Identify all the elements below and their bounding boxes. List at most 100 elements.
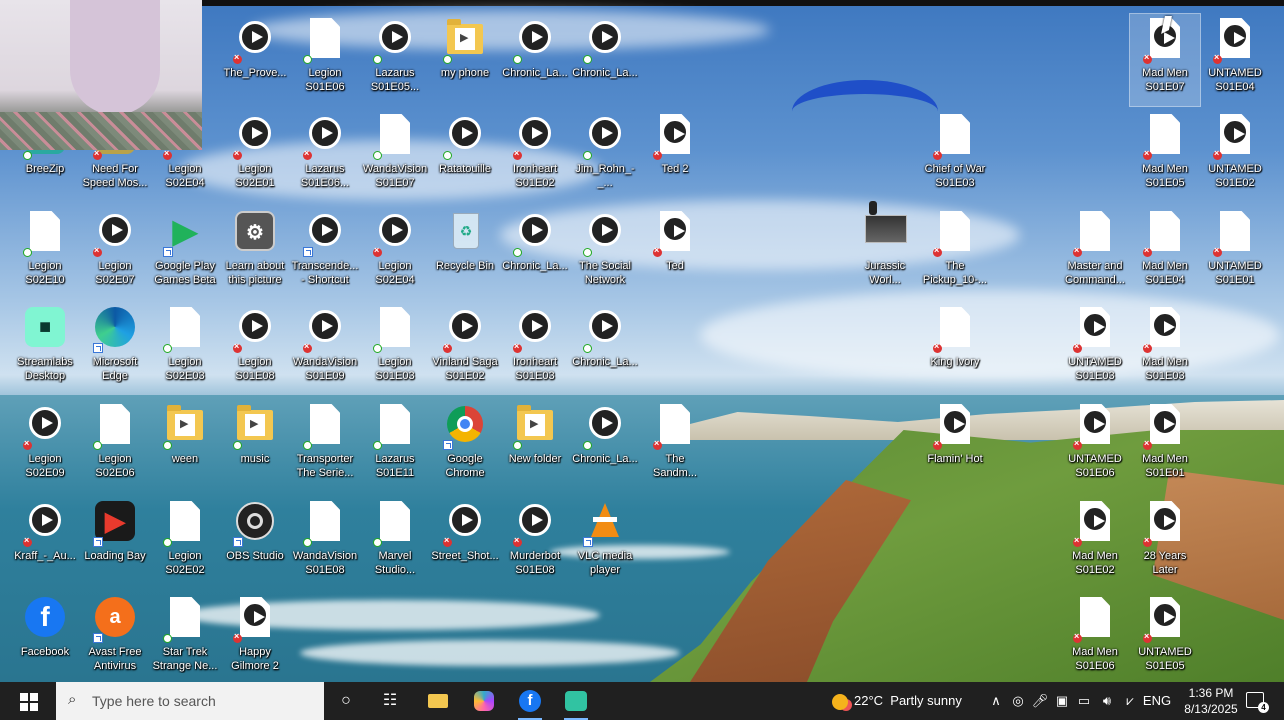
desktop-icon[interactable]: 28 Years Later [1130,497,1200,589]
desktop-icon[interactable]: UNTAMED S01E06 [1060,400,1130,492]
desktop-icon[interactable]: Kraff_-_Au... [10,497,80,589]
desktop-icon[interactable]: Legion S02E01 [220,110,290,202]
network-button[interactable]: ⩗ [1120,682,1140,720]
desktop-icon[interactable]: Marvel Studio... [360,497,430,589]
desktop-icon[interactable]: UNTAMED S01E02 [1200,110,1270,202]
desktop-icon[interactable]: Mad Men S01E05 [1130,110,1200,202]
desktop-icon[interactable]: Legion S02E03 [150,303,220,395]
clock[interactable]: 1:36 PM 8/13/2025 [1180,685,1242,717]
cortana-button[interactable]: ○ [324,682,368,720]
desktop-icon[interactable]: Mad Men S01E06 [1060,593,1130,682]
desktop-icon[interactable]: King Ivory [920,303,990,395]
battery-button[interactable]: ▭ [1074,682,1094,720]
desktop-icon[interactable]: Flamin' Hot [920,400,990,492]
desktop-icon[interactable]: Chronic_La... [570,400,640,492]
video-file-icon [379,214,411,246]
task-view-button[interactable]: ☷ [368,682,412,720]
desktop-icon[interactable]: Street_Shot... [430,497,500,589]
notification-center-button[interactable]: 4 [1246,692,1269,713]
desktop-icon[interactable]: Ted 2 [640,110,710,202]
desktop-icon[interactable]: Legion S02E06 [80,400,150,492]
desktop-icon[interactable]: New folder [500,400,570,492]
desktop-icon[interactable]: Ratatouille [430,110,500,202]
desktop-icon[interactable]: WandaVision S01E09 [290,303,360,395]
desktop-icon[interactable]: Murderbot S01E08 [500,497,570,589]
desktop-icon[interactable]: Master and Command... [1060,207,1130,299]
desktop-icon[interactable]: Jim_Rohn_-_... [570,110,640,202]
desktop-icon[interactable]: Star Trek Strange Ne... [150,593,220,682]
desktop-icon[interactable]: music [220,400,290,492]
desktop-icon[interactable]: Chief of War S01E03 [920,110,990,202]
desktop-icon[interactable]: my phone [430,14,500,106]
desktop-icon[interactable]: VLC media player [570,497,640,589]
language-indicator[interactable]: ENG [1142,682,1172,720]
search-box[interactable]: ⌕ Type here to search [56,682,324,720]
desktop-icon[interactable]: The Social Network [570,207,640,299]
desktop-icon[interactable]: WandaVision S01E08 [290,497,360,589]
desktop-icon[interactable]: Lazarus S01E06... [290,110,360,202]
desktop-icon[interactable]: Microsoft Edge [80,303,150,395]
desktop-icon[interactable]: WandaVision S01E07 [360,110,430,202]
desktop-icon[interactable]: Vinland Saga S01E02 [430,303,500,395]
desktop-icon-label: OBS Studio [226,550,284,562]
weather-widget[interactable]: 22°C Partly sunny [832,682,962,720]
video-file-icon [941,408,969,436]
desktop-icon[interactable]: UNTAMED S01E01 [1200,207,1270,299]
desktop-icon[interactable]: f Facebook [10,593,80,682]
desktop-icon[interactable]: ▶ Loading Bay [80,497,150,589]
desktop-icon[interactable]: UNTAMED S01E03 [1060,303,1130,395]
volume-button[interactable]: 🔊︎ [1096,682,1118,720]
desktop-icon[interactable]: ■ Streamlabs Desktop [10,303,80,395]
desktop-icon[interactable]: UNTAMED S01E04 [1200,14,1270,106]
desktop-icon[interactable]: Chronic_La... [500,207,570,299]
desktop-icon[interactable]: Lazarus S01E11 [360,400,430,492]
desktop-icon[interactable]: Ironheart S01E02 [500,110,570,202]
desktop-icon[interactable]: Legion S02E07 [80,207,150,299]
desktop-icon[interactable]: Mad Men S01E04 [1130,207,1200,299]
desktop-icon[interactable]: The Pickup_10-... [920,207,990,299]
desktop-icon[interactable]: Chronic_La... [570,303,640,395]
desktop-icon[interactable]: Transporter The Serie... [290,400,360,492]
streamlabs-taskbar-button[interactable] [554,682,598,720]
desktop-icon[interactable]: a Avast Free Antivirus [80,593,150,682]
desktop-icon[interactable]: Lazarus S01E05... [360,14,430,106]
microphone-button[interactable]: 🎤︎ [1030,682,1050,720]
desktop-icon[interactable]: ⚙ Learn about this picture [220,207,290,299]
desktop-icon[interactable]: Legion S02E09 [10,400,80,492]
desktop-icon[interactable]: Chronic_La... [570,14,640,106]
desktop-icon[interactable]: Ted [640,207,710,299]
desktop-icon[interactable]: ▶ Google Play Games Beta [150,207,220,299]
file-explorer-button[interactable] [416,682,460,720]
desktop-icon[interactable]: Legion S01E08 [220,303,290,395]
meet-now-button[interactable]: ▣ [1052,682,1072,720]
facebook-taskbar-button[interactable]: f [508,682,552,720]
desktop-icon[interactable]: Mad Men S01E01 [1130,400,1200,492]
task-view-icon: ☷ [382,692,398,709]
tray-app-button[interactable]: ◎ [1008,682,1028,720]
desktop-icon[interactable]: Jurassic Worl... [850,207,920,299]
desktop-icon[interactable]: Legion S02E10 [10,207,80,299]
desktop-icon[interactable]: Happy Gilmore 2 [220,593,290,682]
desktop-icon[interactable]: UNTAMED S01E05 [1130,593,1200,682]
desktop-icon[interactable]: Mad Men S01E03 [1130,303,1200,395]
desktop-icon[interactable]: Legion S02E04 [360,207,430,299]
desktop-icon[interactable]: Google Chrome [430,400,500,492]
desktop-icon[interactable]: OBS Studio [220,497,290,589]
desktop-icon[interactable]: Ironheart S01E03 [500,303,570,395]
desktop-icon[interactable]: Chronic_La... [500,14,570,106]
desktop-icon[interactable]: Mad Men S01E02 [1060,497,1130,589]
desktop-icon[interactable]: The Sandm... [640,400,710,492]
desktop-icon[interactable]: ween [150,400,220,492]
sync-error-icon [93,148,102,160]
desktop-icon[interactable]: Legion S01E06 [290,14,360,106]
start-button[interactable] [20,693,38,711]
show-hidden-icons-button[interactable]: ∧ [988,682,1004,720]
copilot-button[interactable] [462,682,506,720]
desktop-icon[interactable]: Transcende... - Shortcut [290,207,360,299]
desktop-icon[interactable]: Legion S01E03 [360,303,430,395]
sync-error-icon [303,148,312,160]
desktop-icon[interactable]: ♻ Recycle Bin [430,207,500,299]
desktop-icon[interactable]: The_Prove... [220,14,290,106]
desktop-icon[interactable]: Legion S02E02 [150,497,220,589]
desktop[interactable]: The_Prove... Legion S01E06 Lazarus S01E05.… [0,0,1284,682]
